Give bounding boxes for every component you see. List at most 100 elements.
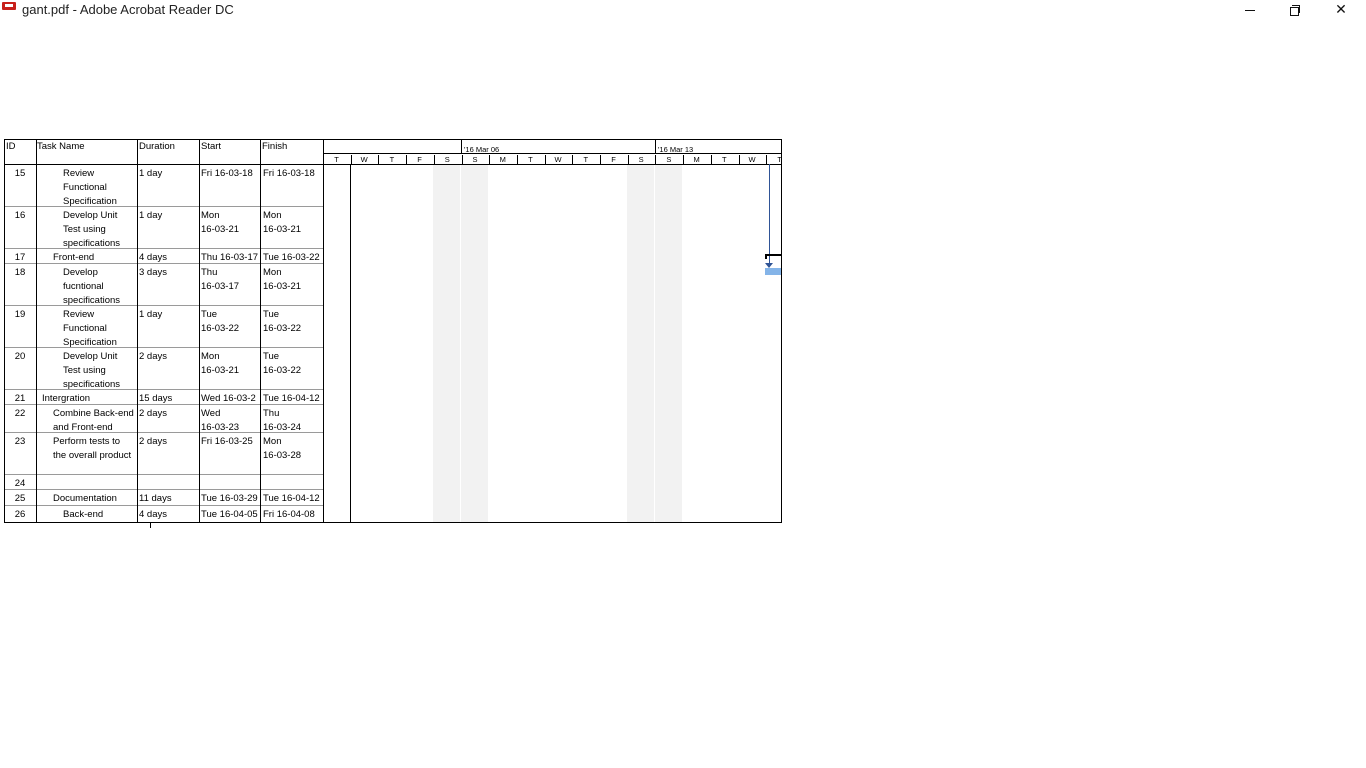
- cell-duration: 2 days: [139, 408, 167, 419]
- cell-id: 26: [14, 509, 26, 520]
- cell-task-name: Combine Back-end and Front-end: [53, 408, 134, 433]
- table-row: 20 Develop Unit Test using specifications…: [5, 348, 323, 390]
- day-label: T: [777, 155, 782, 164]
- day-tick: [739, 155, 740, 164]
- cell-id: 23: [14, 436, 26, 447]
- cell-finish: Mon 16-03-21: [263, 210, 302, 235]
- header-duration: Duration: [139, 141, 175, 152]
- column-divider: [260, 140, 261, 522]
- day-tick: [600, 155, 601, 164]
- cell-duration: 2 days: [139, 436, 167, 447]
- header-start: Start: [201, 141, 222, 152]
- cell-duration: 1 day: [139, 168, 163, 179]
- day-tick: [766, 155, 767, 164]
- cell-duration: 4 days: [139, 252, 167, 263]
- column-divider: [137, 140, 138, 522]
- cell-finish: Fri 16-03-18: [263, 168, 315, 179]
- week-label: '16 Mar 06: [464, 145, 500, 154]
- cell-id: 20: [14, 351, 26, 362]
- cell-finish: Mon 16-03-28: [263, 436, 302, 461]
- cell-task-name: Documentation: [53, 493, 117, 504]
- cell-duration: 4 days: [139, 509, 167, 520]
- cell-finish: Thu 16-03-24: [263, 408, 302, 433]
- cell-finish: Tue 16-03-22: [263, 309, 302, 334]
- day-tick: [517, 155, 518, 164]
- table-row: 23 Perform tests to the overall product 2 …: [5, 433, 323, 475]
- cell-task-name: Front-end: [53, 252, 95, 263]
- cell-duration: 15 days: [139, 393, 173, 404]
- cell-finish: Fri 16-04-08: [263, 509, 315, 520]
- table-row: 15 Review Functional Specification 1 day Fr…: [5, 165, 323, 207]
- weekend-shade: [627, 164, 654, 522]
- day-label: S: [444, 155, 450, 164]
- cell-duration: 11 days: [139, 493, 172, 504]
- cell-task-name: Perform tests to the overall product: [53, 436, 132, 461]
- restore-icon: [1290, 5, 1300, 16]
- day-label: T: [528, 155, 533, 164]
- week-label: '16 Mar 13: [658, 145, 694, 154]
- day-label: W: [360, 155, 368, 164]
- table-row: 26 Back-end 4 days Tue 16-04-05 Fri 16-04-08: [5, 506, 323, 522]
- table-row: 16 Develop Unit Test using specifications…: [5, 207, 323, 249]
- day-label: M: [693, 155, 700, 164]
- cell-id: 15: [14, 168, 26, 179]
- gantt-timeline: '16 Mar 06 '16 Mar 13 T W T F S S M T W T F S S M T W T: [323, 140, 782, 522]
- dependency-line: [769, 164, 770, 266]
- acrobat-app-icon: [2, 2, 16, 10]
- cell-id: 16: [14, 210, 26, 221]
- title-bar: gant.pdf - Adobe Acrobat Reader DC ✕: [0, 0, 1366, 22]
- day-label: M: [499, 155, 506, 164]
- header-finish: Finish: [262, 141, 288, 152]
- minimize-button[interactable]: [1227, 0, 1273, 20]
- day-tick: [462, 155, 463, 164]
- cell-duration: 2 days: [139, 351, 167, 362]
- cell-id: 22: [14, 408, 26, 419]
- chart-gridline: [350, 164, 351, 522]
- day-tick: [351, 155, 352, 164]
- task-bar: [765, 268, 781, 275]
- cell-finish: Tue 16-03-22: [263, 252, 320, 263]
- timescale-bottom: [323, 164, 781, 165]
- day-tick: [378, 155, 379, 164]
- day-tick: [406, 155, 407, 164]
- day-label: T: [334, 155, 339, 164]
- cell-finish: Tue 16-04-12: [263, 393, 320, 404]
- cell-start: Fri 16-03-18: [201, 168, 253, 179]
- cell-start: Tue 16-04-05: [201, 509, 258, 520]
- window-title: gant.pdf - Adobe Acrobat Reader DC: [22, 2, 234, 17]
- cell-start: Wed 16-03-23: [201, 408, 240, 433]
- cell-start: Mon 16-03-21: [201, 351, 240, 376]
- day-tick: [711, 155, 712, 164]
- restore-button[interactable]: [1272, 0, 1318, 20]
- cell-duration: 1 day: [139, 309, 163, 320]
- cell-duration: 1 day: [139, 210, 163, 221]
- close-button[interactable]: ✕: [1318, 0, 1364, 20]
- day-label: T: [389, 155, 395, 164]
- header-task-name: Task Name: [37, 141, 85, 152]
- cell-start: Wed 16-03-2: [201, 393, 256, 404]
- day-tick: [683, 155, 684, 164]
- cell-duration: 3 days: [139, 267, 167, 278]
- cell-id: 24: [14, 478, 26, 489]
- day-label: W: [554, 155, 562, 164]
- cell-id: 17: [14, 252, 26, 263]
- cell-task-name: Intergration: [42, 393, 91, 404]
- minimize-icon: [1245, 9, 1255, 11]
- day-label: S: [666, 155, 672, 164]
- cell-start: Tue 16-03-22: [201, 309, 240, 334]
- day-tick: [572, 155, 573, 164]
- day-label: T: [583, 155, 589, 164]
- day-label: W: [748, 155, 756, 164]
- table-row: 25 Documentation 11 days Tue 16-03-29 Tue 16…: [5, 490, 323, 506]
- week-divider: [655, 140, 656, 154]
- table-row: 24: [5, 475, 323, 490]
- cell-id: 25: [14, 493, 26, 504]
- cell-finish: Tue 16-03-22: [263, 351, 302, 376]
- header-id: ID: [6, 141, 16, 152]
- column-divider: [199, 140, 200, 522]
- cell-start: Mon 16-03-21: [201, 210, 240, 235]
- cell-finish: Tue 16-04-12: [263, 493, 320, 504]
- weekend-shade: [461, 164, 488, 522]
- day-label: T: [722, 155, 727, 164]
- cell-start: Thu 16-03-17: [201, 267, 240, 292]
